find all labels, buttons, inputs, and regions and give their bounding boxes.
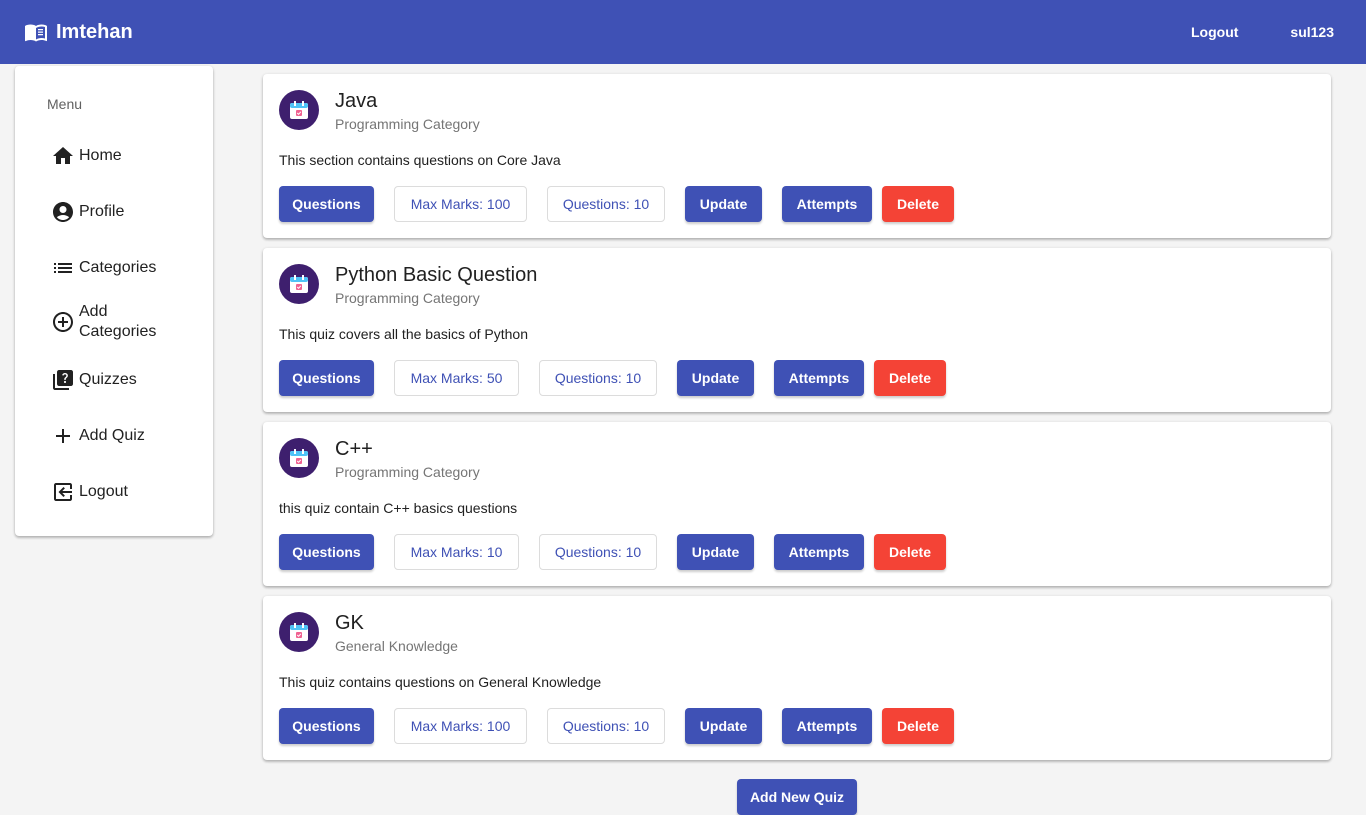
questions-button[interactable]: Questions: [279, 534, 374, 570]
quiz-card: GK General Knowledge This quiz contains …: [263, 596, 1331, 760]
sidebar-item-categories[interactable]: Categories: [51, 256, 201, 280]
calendar-icon: [290, 623, 308, 641]
delete-button[interactable]: Delete: [882, 708, 954, 744]
home-icon: [53, 147, 73, 164]
calendar-icon: [290, 101, 308, 119]
account-circle-icon: [53, 202, 73, 222]
add-circle-icon: [53, 312, 73, 332]
quiz-card: C++ Programming Category this quiz conta…: [263, 422, 1331, 586]
questions-button[interactable]: Questions: [279, 360, 374, 396]
menu-header: Menu: [47, 96, 83, 112]
quiz-category: Programming Category: [335, 464, 480, 480]
delete-button[interactable]: Delete: [874, 534, 946, 570]
quiz-category: General Knowledge: [335, 638, 458, 654]
question-count-button[interactable]: Questions: 10: [539, 534, 657, 570]
calendar-icon: [290, 275, 308, 293]
max-marks-button[interactable]: Max Marks: 100: [394, 708, 527, 744]
question-count-button[interactable]: Questions: 10: [539, 360, 657, 396]
quiz-card: Java Programming Category This section c…: [263, 74, 1331, 238]
sidebar-item-label: Profile: [79, 203, 125, 220]
quiz-description: this quiz contain C++ basics questions: [279, 500, 518, 516]
top-app-bar: Imtehan Logout sul123: [0, 0, 1366, 64]
quiz-icon: [53, 370, 73, 390]
attempts-button[interactable]: Attempts: [774, 360, 864, 396]
quiz-description: This section contains questions on Core …: [279, 152, 561, 168]
quiz-category: Programming Category: [335, 290, 480, 306]
calendar-icon: [290, 449, 308, 467]
avatar: [279, 612, 319, 652]
max-marks-button[interactable]: Max Marks: 50: [394, 360, 519, 396]
attempts-button[interactable]: Attempts: [782, 186, 872, 222]
max-marks-button[interactable]: Max Marks: 10: [394, 534, 519, 570]
app-title: Imtehan: [56, 20, 133, 43]
sidebar-item-quizzes[interactable]: Quizzes: [51, 368, 201, 392]
question-count-button[interactable]: Questions: 10: [547, 708, 665, 744]
question-count-button[interactable]: Questions: 10: [547, 186, 665, 222]
quiz-title: C++: [335, 438, 373, 460]
quiz-description: This quiz contains questions on General …: [279, 674, 602, 690]
quiz-category: Programming Category: [335, 116, 480, 132]
add-new-quiz-button[interactable]: Add New Quiz: [737, 779, 857, 815]
max-marks-button[interactable]: Max Marks: 100: [394, 186, 527, 222]
avatar: [279, 90, 319, 130]
sidebar-item-profile[interactable]: Profile: [51, 200, 201, 224]
sidebar-item-add-categories[interactable]: Add Categories: [51, 302, 201, 342]
sidebar-item-label: Categories: [79, 259, 157, 276]
quiz-title: GK: [335, 612, 364, 634]
update-button[interactable]: Update: [677, 360, 754, 396]
quiz-description: This quiz covers all the basics of Pytho…: [279, 326, 529, 342]
sidebar-item-label: Add Quiz: [79, 427, 145, 444]
quiz-actions: Questions Max Marks: 100 Questions: 10 U…: [279, 708, 954, 744]
quiz-actions: Questions Max Marks: 10 Questions: 10 Up…: [279, 534, 946, 570]
attempts-button[interactable]: Attempts: [774, 534, 864, 570]
quiz-actions: Questions Max Marks: 100 Questions: 10 U…: [279, 186, 954, 222]
sidebar-item-label: Quizzes: [79, 371, 137, 388]
sidebar-item-label: Logout: [79, 483, 128, 500]
sidebar-menu: Menu Home Profile Categories Add Categor…: [15, 66, 213, 536]
quiz-actions: Questions Max Marks: 50 Questions: 10 Up…: [279, 360, 946, 396]
delete-button[interactable]: Delete: [874, 360, 946, 396]
logout-link[interactable]: Logout: [1191, 24, 1238, 40]
avatar: [279, 264, 319, 304]
list-icon: [54, 263, 72, 273]
book-open-icon: [25, 24, 47, 42]
attempts-button[interactable]: Attempts: [782, 708, 872, 744]
avatar: [279, 438, 319, 478]
sidebar-item-label: Home: [79, 147, 122, 164]
sidebar-item-home[interactable]: Home: [51, 144, 201, 168]
quiz-title: Python Basic Question: [335, 264, 538, 286]
questions-button[interactable]: Questions: [279, 186, 374, 222]
sidebar-item-add-quiz[interactable]: Add Quiz: [51, 424, 201, 448]
questions-button[interactable]: Questions: [279, 708, 374, 744]
brand[interactable]: Imtehan: [24, 20, 133, 44]
plus-icon: [56, 429, 70, 443]
update-button[interactable]: Update: [677, 534, 754, 570]
username-link[interactable]: sul123: [1290, 24, 1334, 40]
quiz-title: Java: [335, 90, 378, 112]
quiz-card: Python Basic Question Programming Catego…: [263, 248, 1331, 412]
delete-button[interactable]: Delete: [882, 186, 954, 222]
update-button[interactable]: Update: [685, 186, 762, 222]
logout-icon: [54, 483, 72, 501]
update-button[interactable]: Update: [685, 708, 762, 744]
sidebar-item-logout[interactable]: Logout: [51, 480, 201, 504]
sidebar-item-label: Add Categories: [79, 303, 157, 340]
